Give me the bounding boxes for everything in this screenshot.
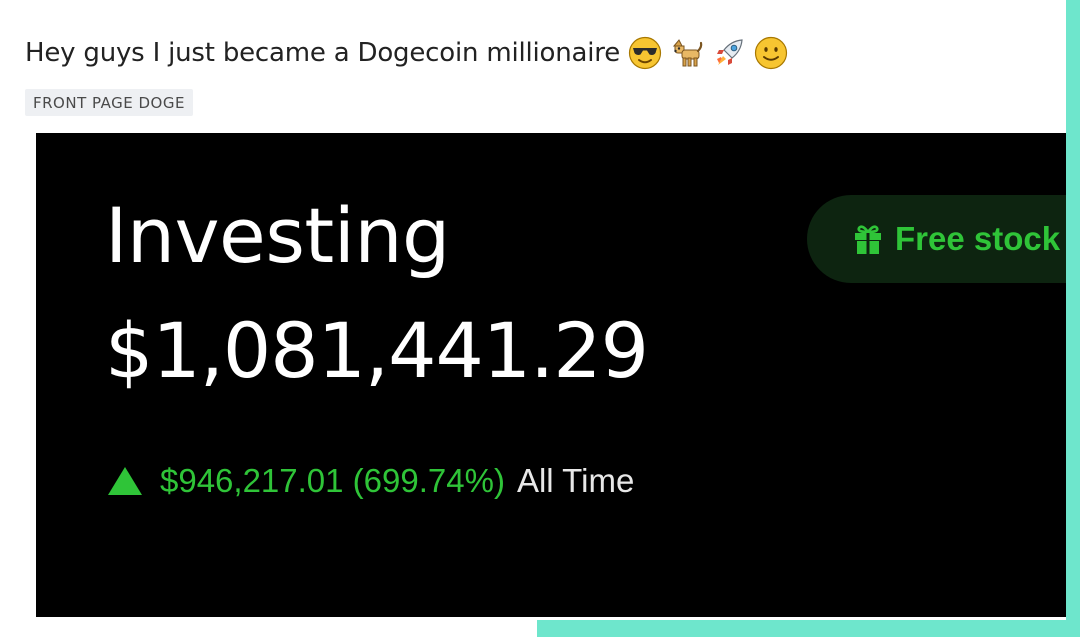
dog-icon — [672, 39, 703, 67]
post-flair[interactable]: FRONT PAGE DOGE — [25, 89, 193, 116]
change-period[interactable]: All Time — [517, 462, 634, 500]
triangle-up-icon — [108, 467, 142, 495]
smiling-face-icon — [754, 36, 788, 70]
free-stock-label[interactable]: Free stock — [895, 220, 1060, 258]
post-title-row[interactable]: Hey guys I just became a Dogecoin millio… — [25, 30, 788, 76]
app-screenshot: Investing $1,081,441.29 $946,217.01 (699… — [36, 133, 1066, 617]
free-stock-button[interactable]: Free stock — [807, 195, 1066, 283]
post-card: Hey guys I just became a Dogecoin millio… — [0, 0, 1066, 620]
all-time-change: $946,217.01 (699.74%) All Time — [108, 461, 634, 501]
gift-icon — [855, 225, 881, 254]
rocket-icon — [717, 39, 743, 65]
sunglasses-face-icon — [628, 36, 662, 70]
post-title[interactable]: Hey guys I just became a Dogecoin millio… — [25, 38, 620, 68]
change-value: $946,217.01 (699.74%) — [160, 462, 505, 499]
investing-heading: Investing — [105, 191, 450, 280]
portfolio-balance: $1,081,441.29 — [105, 306, 649, 395]
